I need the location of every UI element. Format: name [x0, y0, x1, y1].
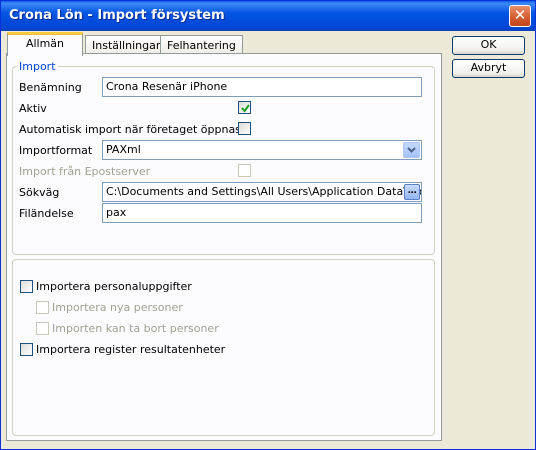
auto-import-checkbox[interactable] [238, 122, 251, 135]
tab-panel [6, 53, 442, 441]
name-label: Benämning [19, 81, 82, 94]
auto-import-label: Automatisk import när företaget öppnas [19, 123, 241, 136]
format-label: Importformat [19, 144, 93, 157]
format-select[interactable]: PAXml [102, 140, 422, 160]
title-bar[interactable]: Crona Lön - Import försystem ✕ [1, 1, 535, 31]
active-label: Aktiv [19, 102, 47, 115]
email-import-label: Import från Epostserver [19, 165, 151, 178]
dialog-window: Crona Lön - Import försystem ✕ Allmän In… [0, 0, 536, 450]
import-group-legend: Import [17, 60, 58, 73]
name-field[interactable]: Crona Resenär iPhone [102, 77, 422, 97]
close-icon: ✕ [513, 6, 527, 24]
format-value: PAXml [106, 143, 141, 156]
ok-button[interactable]: OK [452, 36, 525, 55]
format-dropdown-button[interactable] [403, 142, 420, 158]
email-import-checkbox[interactable] [238, 164, 251, 177]
window-title: Crona Lön - Import försystem [9, 8, 225, 23]
checkmark-icon [241, 104, 250, 113]
import-delete-checkbox[interactable] [36, 322, 49, 335]
browse-button[interactable]: ... [404, 184, 420, 200]
import-new-checkbox[interactable] [36, 301, 49, 314]
import-personal-label: Importera personaluppgifter [36, 280, 192, 293]
extension-label: Filändelse [19, 207, 74, 220]
import-delete-label: Importen kan ta bort personer [52, 322, 219, 335]
active-checkbox[interactable] [238, 101, 251, 114]
extension-field[interactable]: pax [102, 203, 422, 223]
import-register-checkbox[interactable] [20, 343, 33, 356]
path-field[interactable]: C:\Documents and Settings\All Users\Appl… [102, 182, 422, 202]
tab-allman[interactable]: Allmän [7, 32, 83, 56]
import-personal-checkbox[interactable] [20, 280, 33, 293]
chevron-down-icon [407, 147, 416, 153]
cancel-button[interactable]: Avbryt [452, 59, 525, 78]
path-label: Sökväg [19, 186, 60, 199]
close-button[interactable]: ✕ [509, 5, 531, 27]
import-new-label: Importera nya personer [52, 301, 183, 314]
import-register-label: Importera register resultatenheter [36, 343, 226, 356]
